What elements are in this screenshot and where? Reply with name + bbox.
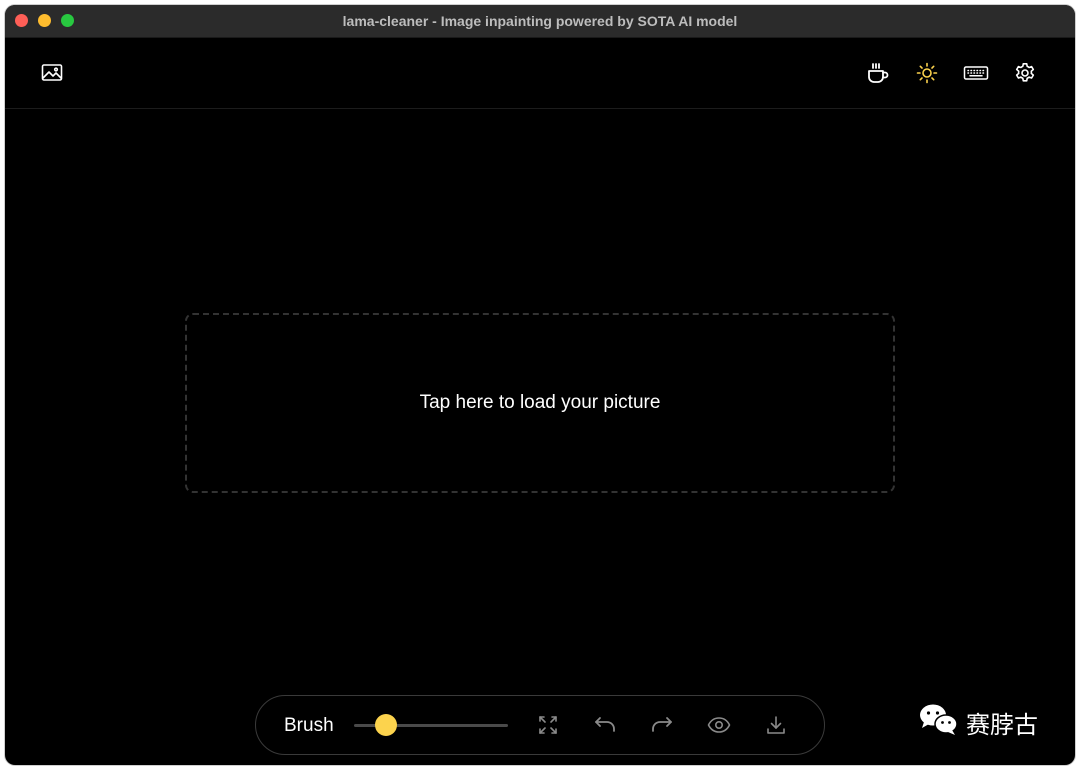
app-window: lama-cleaner - Image inpainting powered … xyxy=(5,5,1075,765)
download-icon[interactable] xyxy=(763,712,789,738)
image-icon[interactable] xyxy=(39,60,65,86)
gear-icon[interactable] xyxy=(1012,60,1038,86)
eye-icon[interactable] xyxy=(706,712,732,738)
watermark-text: 赛脖古 xyxy=(966,710,1038,739)
keyboard-icon[interactable] xyxy=(963,60,989,86)
window-title: lama-cleaner - Image inpainting powered … xyxy=(342,13,738,29)
redo-icon[interactable] xyxy=(649,712,675,738)
undo-icon[interactable] xyxy=(592,712,618,738)
title-bar: lama-cleaner - Image inpainting powered … xyxy=(5,5,1075,38)
wechat-icon xyxy=(918,702,960,743)
coffee-icon[interactable] xyxy=(865,60,891,86)
editor-toolbar: Brush xyxy=(255,695,825,755)
watermark: 赛脖古 xyxy=(918,702,1038,742)
image-dropzone[interactable]: Tap here to load your picture xyxy=(185,313,895,493)
maximize-icon[interactable] xyxy=(535,712,561,738)
sun-icon[interactable] xyxy=(914,60,940,86)
brush-label: Brush xyxy=(284,715,334,736)
app-header xyxy=(5,38,1075,109)
dropzone-label: Tap here to load your picture xyxy=(419,392,661,413)
brush-size-slider[interactable] xyxy=(354,714,510,736)
slider-thumb[interactable] xyxy=(375,714,398,736)
